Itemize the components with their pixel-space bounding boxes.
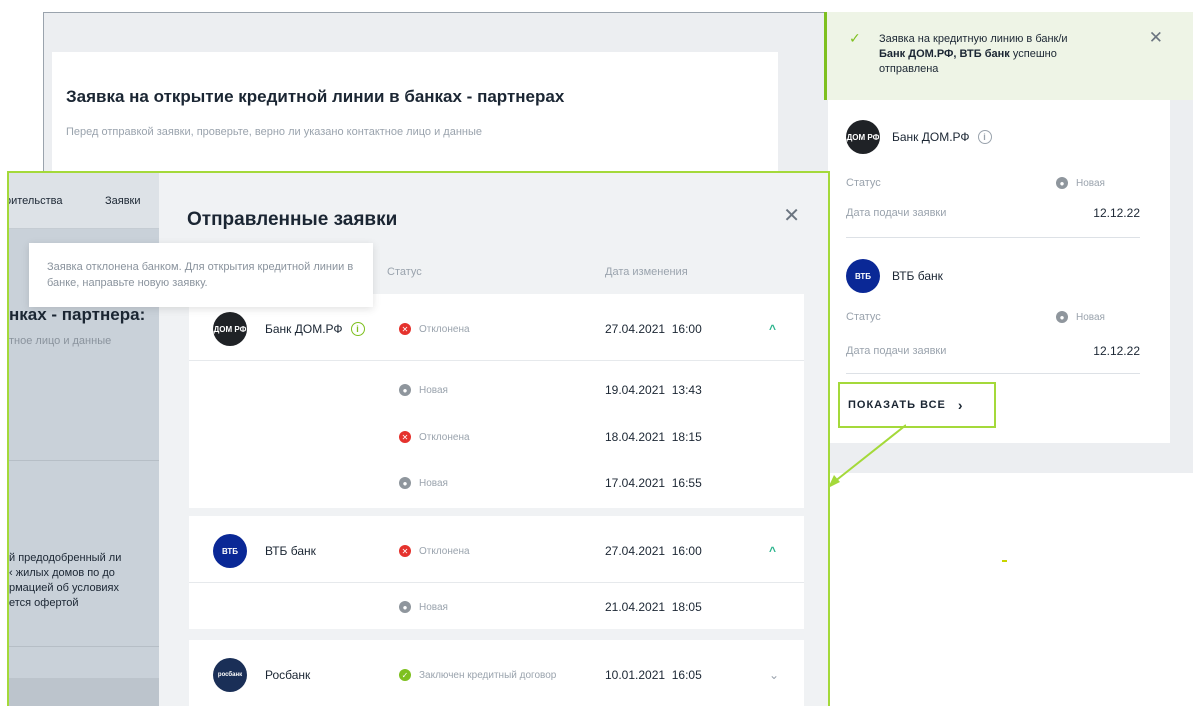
bank-group-dom-rf: ДОМ РФ Банк ДОМ.РФ i ✕ Отклонена 27.04.202… [189, 294, 804, 508]
card-date-row: Дата подачи заявки 12.12.22 [846, 343, 1140, 359]
info-icon[interactable]: i [350, 322, 365, 336]
chevron-up-icon[interactable]: ^ [769, 544, 776, 558]
date-cell: 19.04.2021 13:43 [605, 383, 702, 397]
tab-construction[interactable]: оительства [9, 195, 62, 207]
status-cell: ✕ Отклонена [399, 323, 470, 335]
close-icon[interactable]: ✕ [783, 203, 800, 228]
table-row: ● Новая 19.04.2021 13:43 [189, 365, 804, 415]
table-row: ✕ Отклонена 18.04.2021 18:15 [189, 412, 804, 462]
card-bank-name: ВТБ банк [892, 269, 943, 283]
tabs-bar: оительства Заявки [9, 173, 159, 229]
page-title: Заявка на открытие кредитной линии в бан… [66, 87, 565, 106]
card-bank-row-vtb: ВТБ ВТБ банк [846, 258, 943, 294]
show-all-label: ПОКАЗАТЬ ВСЕ [848, 399, 946, 411]
status-new-icon: ● [1056, 311, 1068, 323]
status-cell: ✕ Отклонена [399, 431, 470, 443]
status-signed-icon: ✓ [399, 669, 411, 681]
table-row: ● Новая 21.04.2021 18:05 [189, 582, 804, 632]
page-subtitle: Перед отправкой заявки, проверьте, верно… [66, 126, 482, 138]
table-row[interactable]: ВТБ ВТБ банк ✕ Отклонена 27.04.2021 16:00… [189, 526, 804, 576]
toast-message: Заявка на кредитную линию в банк/и Банк … [879, 33, 1068, 75]
info-icon[interactable]: i [977, 130, 992, 144]
overlay-paragraph: й предодобренный ли ‹ жилых домов по до … [9, 552, 122, 609]
card-bank-row-dom: ДОМ РФ Банк ДОМ.РФ i [846, 119, 992, 155]
status-value: ● Новая [1056, 311, 1105, 323]
status-rejected-icon: ✕ [399, 323, 411, 335]
status-cell: ● Новая [399, 477, 448, 489]
divider [9, 460, 159, 461]
bank-name: Банк ДОМ.РФ i [265, 322, 365, 336]
rejection-tooltip: Заявка отклонена банком. Для открытия кр… [29, 243, 373, 307]
date-label: Дата подачи заявки [846, 345, 947, 357]
success-toast: ✓ Заявка на кредитную линию в банк/и Бан… [824, 12, 1193, 100]
status-cell: ✕ Отклонена [399, 545, 470, 557]
background-panel [52, 52, 778, 172]
chevron-down-icon[interactable]: ⌄ [769, 668, 779, 682]
status-cell: ● Новая [399, 601, 448, 613]
card-bank-name: Банк ДОМ.РФ [892, 130, 970, 144]
bank-name: ВТБ банк [265, 544, 316, 558]
table-row: ● Новая 17.04.2021 16:55 [189, 458, 804, 508]
divider [9, 646, 159, 647]
date-value: 12.12.22 [1093, 344, 1140, 358]
card-date-row: Дата подачи заявки 12.12.22 [846, 205, 1140, 221]
tab-applications[interactable]: Заявки [105, 195, 141, 207]
status-value: ● Новая [1056, 177, 1105, 189]
status-new-icon: ● [399, 601, 411, 613]
table-row[interactable]: ДОМ РФ Банк ДОМ.РФ i ✕ Отклонена 27.04.202… [189, 304, 804, 354]
screen: Заявка на открытие кредитной линии в бан… [0, 0, 1193, 706]
column-header-date: Дата изменения [605, 266, 688, 278]
dom-rf-logo-icon: ДОМ РФ [213, 312, 247, 346]
overlay-subtitle: тное лицо и данные [9, 335, 112, 347]
overlay-heading: нках - партнера: [9, 305, 146, 324]
date-cell: 10.01.2021 16:05 [605, 668, 702, 682]
status-label: Статус [846, 311, 881, 323]
date-value: 12.12.22 [1093, 206, 1140, 220]
bank-group-rosbank: росбанк Росбанк ✓ Заключен кредитный дого… [189, 640, 804, 706]
divider [846, 373, 1140, 374]
table-row[interactable]: росбанк Росбанк ✓ Заключен кредитный дого… [189, 650, 804, 700]
connector-line [828, 424, 906, 488]
date-cell: 21.04.2021 18:05 [605, 600, 702, 614]
status-new-icon: ● [399, 384, 411, 396]
status-cell: ✓ Заключен кредитный договор [399, 669, 556, 681]
date-cell: 17.04.2021 16:55 [605, 476, 702, 490]
date-cell: 27.04.2021 16:00 [605, 544, 702, 558]
chevron-up-icon[interactable]: ^ [769, 322, 776, 336]
card-status-row: Статус ● Новая [846, 175, 1140, 191]
decorative-mark [1002, 560, 1007, 562]
status-label: Статус [846, 177, 881, 189]
divider [846, 237, 1140, 238]
chevron-right-icon: › [957, 397, 964, 413]
rosbank-logo-icon: росбанк [213, 658, 247, 692]
status-rejected-icon: ✕ [399, 431, 411, 443]
dom-rf-logo-icon: ДОМ РФ [846, 120, 880, 154]
close-icon[interactable]: ✕ [1149, 28, 1163, 48]
vtb-logo-icon: ВТБ [846, 259, 880, 293]
divider [189, 360, 804, 361]
vtb-logo-icon: ВТБ [213, 534, 247, 568]
status-new-icon: ● [399, 477, 411, 489]
status-cell: ● Новая [399, 384, 448, 396]
card-status-row: Статус ● Новая [846, 309, 1140, 325]
column-header-status: Статус [387, 266, 422, 278]
bank-name: Росбанк [265, 668, 311, 682]
modal-title: Отправленные заявки [187, 209, 398, 230]
overlay-footer [9, 678, 159, 706]
date-label: Дата подачи заявки [846, 207, 947, 219]
bank-group-vtb: ВТБ ВТБ банк ✕ Отклонена 27.04.2021 16:00… [189, 516, 804, 629]
check-icon: ✓ [849, 30, 861, 46]
date-cell: 18.04.2021 18:15 [605, 430, 702, 444]
status-rejected-icon: ✕ [399, 545, 411, 557]
status-new-icon: ● [1056, 177, 1068, 189]
date-cell: 27.04.2021 16:00 [605, 322, 702, 336]
